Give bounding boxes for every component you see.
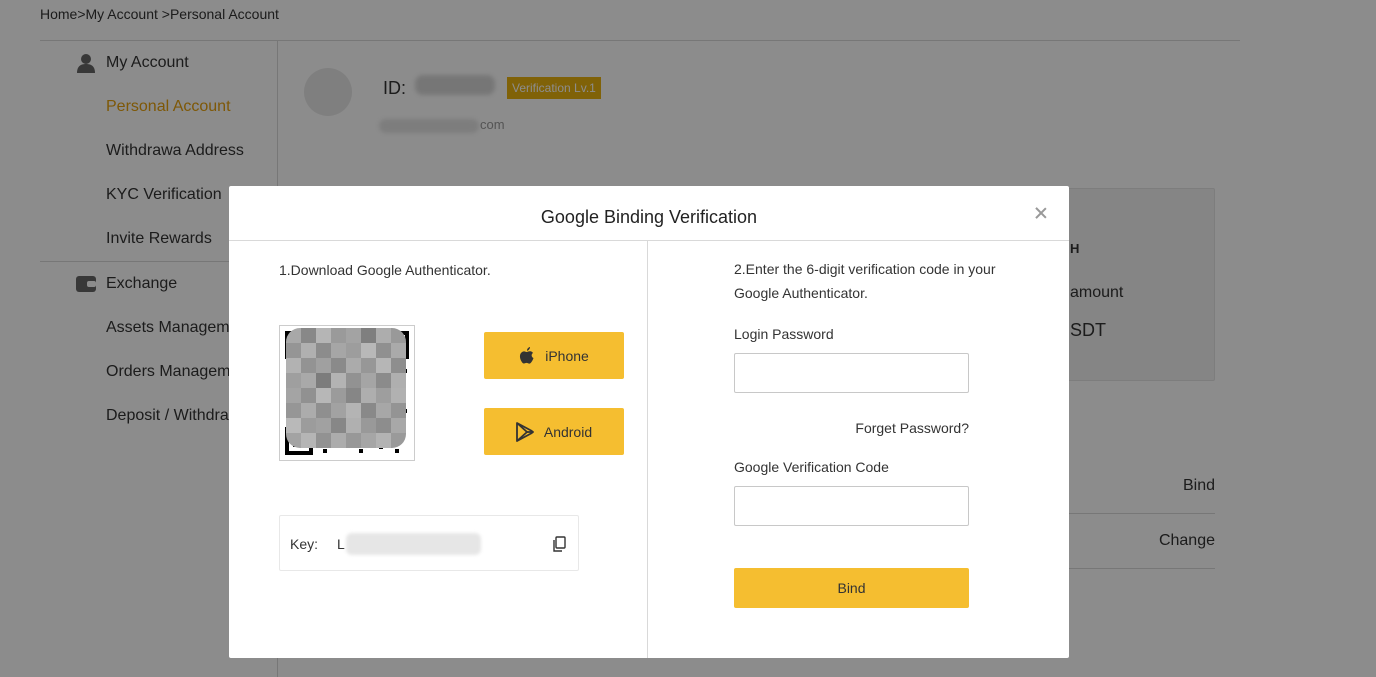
- step1-instruction: 1.Download Google Authenticator.: [279, 262, 491, 278]
- login-password-input[interactable]: [734, 353, 969, 393]
- qr-code: [279, 325, 415, 461]
- iphone-download-button[interactable]: iPhone: [484, 332, 624, 379]
- qr-code-redacted: [286, 328, 406, 448]
- google-binding-modal: Google Binding Verification 1.Download G…: [229, 186, 1069, 658]
- close-icon[interactable]: [1033, 205, 1049, 221]
- login-password-label: Login Password: [734, 326, 834, 342]
- bind-button[interactable]: Bind: [734, 568, 969, 608]
- iphone-label: iPhone: [545, 347, 589, 364]
- android-label: Android: [543, 423, 593, 440]
- android-download-button[interactable]: Android: [484, 408, 624, 455]
- key-value: L: [337, 536, 345, 552]
- forget-password-link[interactable]: Forget Password?: [855, 420, 969, 436]
- modal-header: Google Binding Verification: [229, 186, 1069, 241]
- step2-instruction: 2.Enter the 6-digit verification code in…: [734, 261, 996, 301]
- google-code-input[interactable]: [734, 486, 969, 526]
- key-redacted: [346, 533, 481, 555]
- copy-icon[interactable]: [552, 536, 566, 552]
- modal-title: Google Binding Verification: [540, 207, 758, 227]
- download-column: 1.Download Google Authenticator. iPhone …: [229, 241, 648, 658]
- secret-key-box: Key: L: [279, 515, 579, 571]
- google-code-label: Google Verification Code: [734, 459, 889, 475]
- verification-column: 2.Enter the 6-digit verification code in…: [649, 241, 1069, 658]
- google-play-icon: [515, 421, 534, 442]
- apple-icon: [520, 346, 534, 364]
- key-label: Key:: [290, 536, 319, 552]
